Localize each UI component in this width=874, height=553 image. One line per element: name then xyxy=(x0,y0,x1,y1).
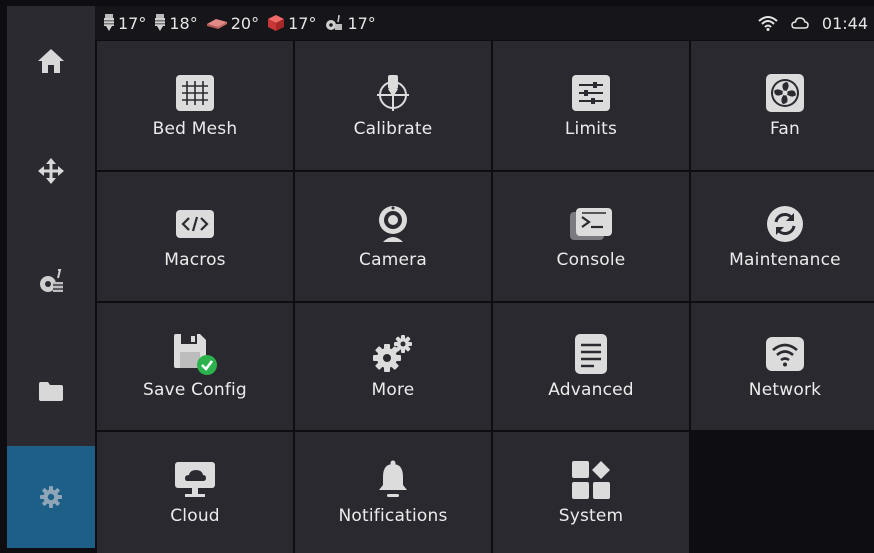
extruder-icon xyxy=(104,14,114,31)
menu-item-label: Notifications xyxy=(338,505,448,526)
menu-item-label: Maintenance xyxy=(729,249,841,270)
cloud-icon xyxy=(791,17,809,29)
menu-cloud-button[interactable]: Cloud xyxy=(97,432,293,553)
menu-item-label: Console xyxy=(556,249,626,270)
menu-maintenance-button[interactable]: Maintenance xyxy=(691,172,874,301)
move-icon xyxy=(38,158,64,184)
temp-heater-bed[interactable]: 20° xyxy=(206,14,259,33)
fan-icon xyxy=(766,73,804,112)
menu-fan-button[interactable]: Fan xyxy=(691,41,874,170)
sidebar-item-settings[interactable] xyxy=(7,446,95,548)
temp-extruder-1[interactable]: 17° xyxy=(103,14,146,33)
menu-item-label: Bed Mesh xyxy=(152,118,238,139)
temp-value: 17° xyxy=(118,13,147,33)
mcu-icon xyxy=(326,15,343,30)
code-icon xyxy=(176,209,214,238)
save-icon xyxy=(174,333,217,375)
menu-save-config-button[interactable]: Save Config xyxy=(97,303,293,430)
temperature-list: 17° 18° 20° 17° 17° xyxy=(95,14,376,33)
menu-advanced-button[interactable]: Advanced xyxy=(493,303,689,430)
sidebar-item-extrude[interactable] xyxy=(7,226,95,336)
menu-item-label: Camera xyxy=(359,249,427,270)
menu-item-label: Macros xyxy=(164,249,226,270)
extruder-icon xyxy=(155,14,166,31)
status-area: 01:44 xyxy=(758,14,874,33)
temp-value: 18° xyxy=(169,13,198,33)
sidebar-item-files[interactable] xyxy=(7,336,95,446)
temp-extruder-2[interactable]: 18° xyxy=(154,13,198,33)
menu-console-button[interactable]: Console xyxy=(493,172,689,301)
camera-icon xyxy=(379,205,407,242)
status-bar: 17° 18° 20° 17° 17° 01:44 xyxy=(95,6,874,40)
menu-item-label: Calibrate xyxy=(353,118,433,139)
menu-more-button[interactable]: More xyxy=(295,303,491,430)
menu-notifications-button[interactable]: Notifications xyxy=(295,432,491,553)
refresh-icon xyxy=(767,205,803,242)
clock: 01:44 xyxy=(821,13,868,33)
console-icon xyxy=(570,207,612,240)
cloud-icon xyxy=(175,461,215,497)
menu-calibrate-button[interactable]: Calibrate xyxy=(295,41,491,170)
temp-chamber[interactable]: 17° xyxy=(267,14,316,33)
empty-cell xyxy=(691,432,874,553)
temp-value: 17° xyxy=(347,13,376,33)
menu-network-button[interactable]: Network xyxy=(691,303,874,430)
menu-camera-button[interactable]: Camera xyxy=(295,172,491,301)
temp-mcu[interactable]: 17° xyxy=(324,13,376,33)
wifi-icon xyxy=(758,16,778,31)
temp-value: 20° xyxy=(230,13,260,33)
wifi-icon xyxy=(766,336,804,371)
menu-item-label: Fan xyxy=(769,118,800,139)
menu-item-label: Limits xyxy=(564,118,618,139)
sidebar xyxy=(7,6,95,548)
heater-bed-icon xyxy=(206,19,227,29)
gears-icon xyxy=(373,334,412,372)
home-icon xyxy=(38,49,64,73)
limits-icon xyxy=(572,74,610,111)
menu-item-label: Cloud xyxy=(170,505,220,526)
menu-macros-button[interactable]: Macros xyxy=(97,172,293,301)
gear-icon xyxy=(40,486,62,508)
temp-value: 17° xyxy=(288,13,317,33)
bell-icon xyxy=(379,460,407,497)
menu-item-label: System xyxy=(558,505,624,526)
menu-item-label: More xyxy=(371,379,415,400)
menu-item-label: Network xyxy=(748,379,822,400)
sidebar-item-move[interactable] xyxy=(7,116,95,226)
calibrate-icon xyxy=(377,74,409,111)
menu-limits-button[interactable]: Limits xyxy=(493,41,689,170)
document-icon xyxy=(575,333,607,374)
menu-bed-mesh-button[interactable]: Bed Mesh xyxy=(97,41,293,170)
menu-system-button[interactable]: System xyxy=(493,432,689,553)
menu-item-label: Advanced xyxy=(548,379,634,400)
settings-menu-grid: Bed Mesh Calibrate Limits Fan Macros Cam… xyxy=(97,41,874,553)
apps-icon xyxy=(572,460,610,499)
sidebar-item-home[interactable] xyxy=(7,6,95,116)
menu-item-label: Save Config xyxy=(143,379,247,400)
extruder-icon xyxy=(40,269,63,292)
chamber-icon xyxy=(268,15,285,31)
bed-mesh-icon xyxy=(176,74,214,111)
folder-icon xyxy=(39,382,63,401)
